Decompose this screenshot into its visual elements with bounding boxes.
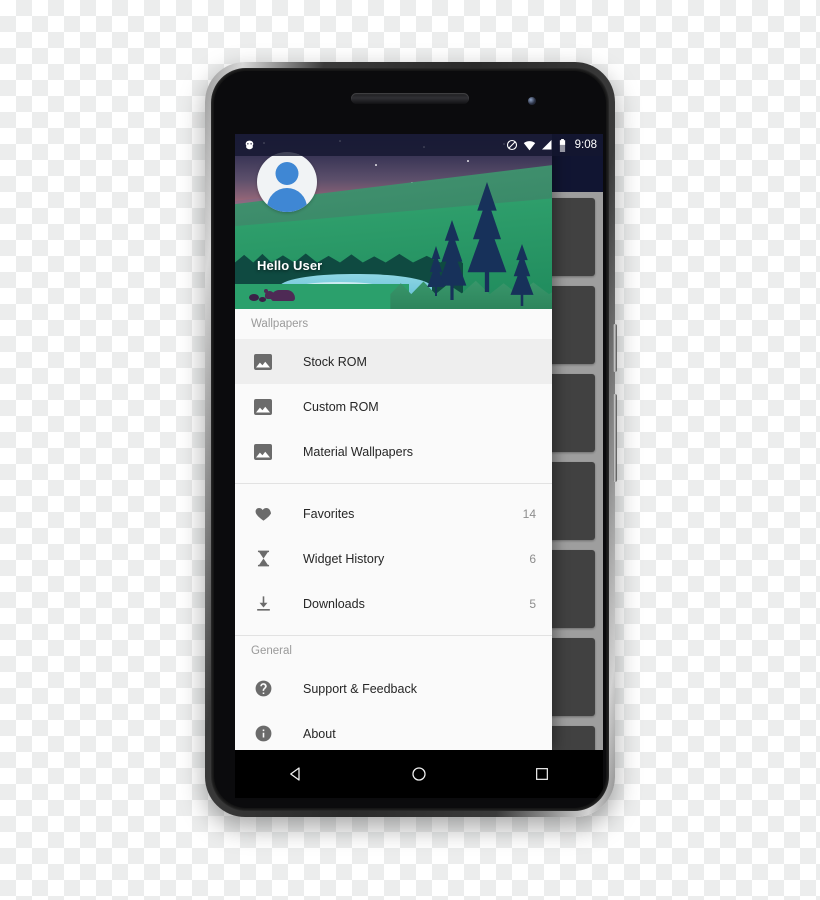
drawer-item-downloads[interactable]: Downloads 5 bbox=[235, 581, 552, 626]
navigation-drawer: Hello User Wallpapers Stock ROM Custom R… bbox=[235, 134, 552, 750]
hourglass-icon bbox=[251, 547, 275, 571]
drawer-item-label: Stock ROM bbox=[303, 354, 367, 369]
section-header-general: General bbox=[251, 645, 292, 657]
cyanogenmod-logo-icon bbox=[243, 139, 256, 152]
cell-signal-icon bbox=[541, 139, 553, 151]
status-bar-system-icons: 9:08 bbox=[506, 138, 597, 152]
status-bar-notifications bbox=[243, 139, 256, 152]
heart-icon bbox=[251, 502, 275, 526]
info-circle-icon bbox=[251, 722, 275, 746]
status-bar[interactable]: 9:08 bbox=[235, 134, 603, 156]
drawer-item-stock-rom[interactable]: Stock ROM bbox=[235, 339, 552, 384]
phone-front-face: Hello User Wallpapers Stock ROM Custom R… bbox=[214, 71, 606, 808]
drawer-item-label: Widget History bbox=[303, 551, 385, 566]
drawer-item-label: Custom ROM bbox=[303, 399, 379, 414]
volume-rocker[interactable] bbox=[613, 394, 617, 482]
earpiece-speaker bbox=[351, 93, 469, 104]
recents-button[interactable] bbox=[520, 752, 564, 796]
help-circle-icon bbox=[251, 677, 275, 701]
drawer-item-count: 6 bbox=[529, 551, 536, 566]
drawer-item-support-feedback[interactable]: Support & Feedback bbox=[235, 666, 552, 711]
phone-screen: Hello User Wallpapers Stock ROM Custom R… bbox=[235, 134, 603, 750]
drawer-item-about[interactable]: About bbox=[235, 711, 552, 750]
battery-icon bbox=[558, 138, 567, 152]
system-navigation-bar bbox=[235, 750, 603, 798]
drawer-item-label: Downloads bbox=[303, 596, 365, 611]
drawer-item-label: Support & Feedback bbox=[303, 681, 417, 696]
drawer-item-label: Material Wallpapers bbox=[303, 444, 413, 459]
divider bbox=[235, 483, 552, 484]
power-button[interactable] bbox=[613, 324, 617, 372]
avatar[interactable] bbox=[257, 152, 317, 212]
wifi-icon bbox=[523, 139, 536, 152]
user-greeting: Hello User bbox=[257, 258, 323, 273]
do-not-disturb-icon bbox=[506, 139, 518, 151]
phone-device: Hello User Wallpapers Stock ROM Custom R… bbox=[205, 62, 617, 817]
drawer-item-count: 14 bbox=[522, 506, 536, 521]
drawer-item-custom-rom[interactable]: Custom ROM bbox=[235, 384, 552, 429]
drawer-item-widget-history[interactable]: Widget History 6 bbox=[235, 536, 552, 581]
image-icon bbox=[251, 440, 275, 464]
phone-bezel: Hello User Wallpapers Stock ROM Custom R… bbox=[211, 68, 609, 811]
front-camera bbox=[528, 97, 536, 105]
drawer-item-material-wallpapers[interactable]: Material Wallpapers bbox=[235, 429, 552, 474]
avatar-head bbox=[275, 162, 299, 185]
back-button[interactable] bbox=[274, 752, 318, 796]
star bbox=[467, 160, 469, 162]
drawer-item-count: 5 bbox=[529, 596, 536, 611]
bear-silhouette-icon bbox=[264, 289, 295, 301]
drawer-item-label: Favorites bbox=[303, 506, 355, 521]
status-bar-clock: 9:08 bbox=[574, 139, 597, 151]
image-icon bbox=[251, 350, 275, 374]
drawer-item-favorites[interactable]: Favorites 14 bbox=[235, 491, 552, 536]
drawer-item-label: About bbox=[303, 726, 336, 741]
avatar-body bbox=[267, 188, 307, 212]
home-button[interactable] bbox=[397, 752, 441, 796]
section-header-wallpapers: Wallpapers bbox=[251, 318, 309, 330]
star bbox=[375, 164, 377, 166]
drawer-menu-list: Wallpapers Stock ROM Custom ROM Material… bbox=[235, 309, 552, 750]
image-icon bbox=[251, 395, 275, 419]
drawer-header: Hello User bbox=[235, 134, 552, 309]
bush bbox=[249, 294, 259, 301]
download-icon bbox=[251, 592, 275, 616]
